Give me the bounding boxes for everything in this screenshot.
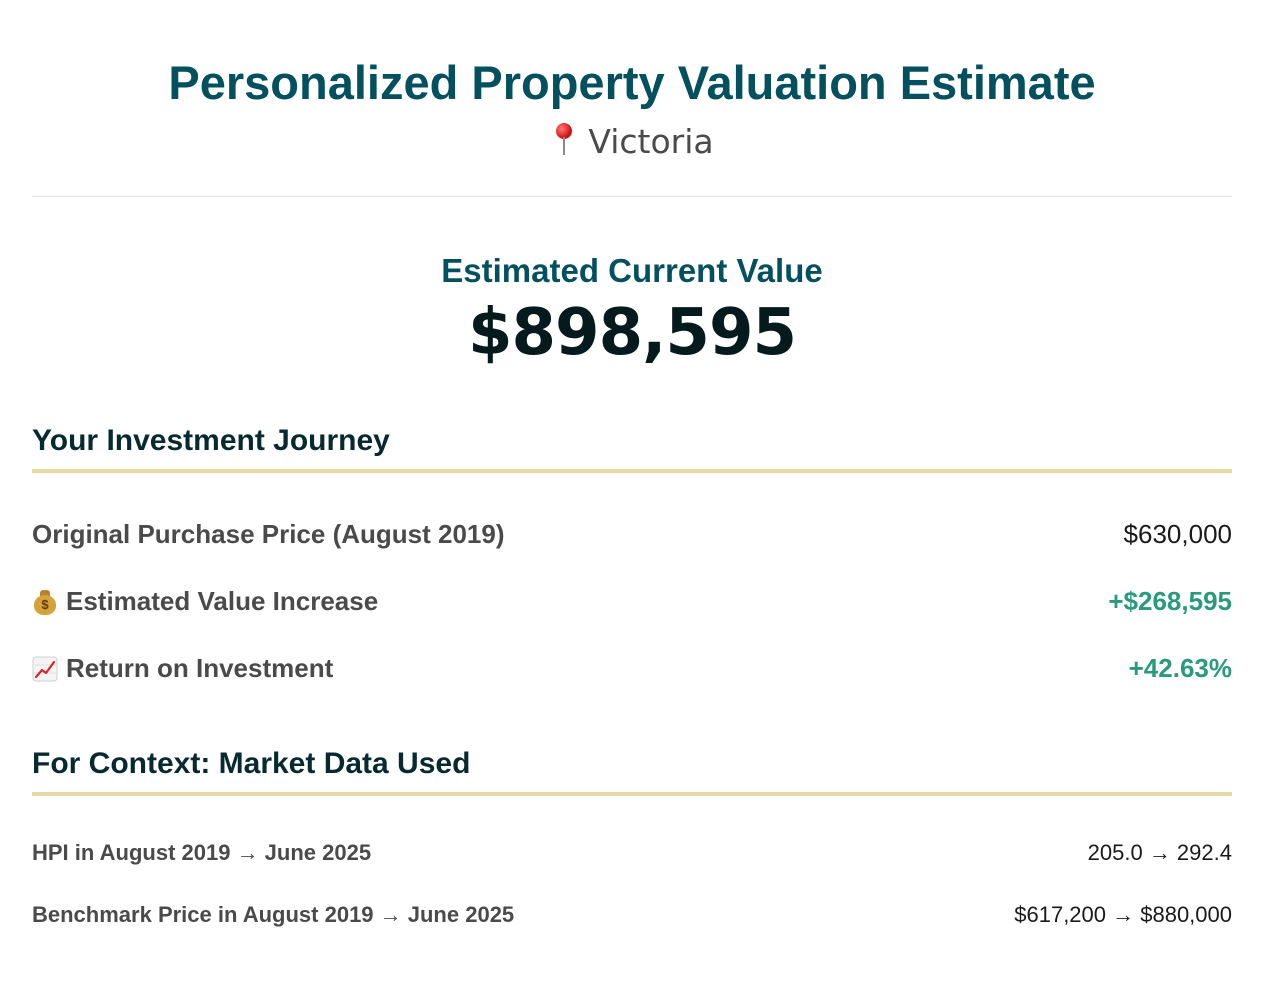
purchase-price-value: $630,000 (1123, 519, 1232, 549)
page-header: Personalized Property Valuation Estimate… (32, 0, 1232, 162)
location-text: Victoria (588, 122, 714, 161)
roi-row: Return on Investment +42.63% (32, 635, 1232, 702)
money-bag-icon: $ (32, 589, 58, 615)
hpi-row: HPI in August 2019 → June 2025 205.0 → 2… (32, 822, 1232, 884)
roi-label: Return on Investment (32, 653, 333, 684)
market-data-heading: For Context: Market Data Used (32, 747, 471, 780)
value-increase-row: $ Estimated Value Increase +$268,595 (32, 568, 1232, 635)
market-data-section: For Context: Market Data Used HPI in Aug… (32, 746, 1232, 946)
market-data-rows: HPI in August 2019 → June 2025 205.0 → 2… (32, 822, 1232, 946)
estimated-value-label: Estimated Current Value (441, 252, 823, 289)
investment-journey-rows: Original Purchase Price (August 2019) $6… (32, 501, 1232, 702)
estimated-value-section: Estimated Current Value $898,595 (32, 251, 1232, 371)
investment-journey-section: Your Investment Journey Original Purchas… (32, 423, 1232, 702)
section-divider (32, 469, 1232, 473)
estimated-value-amount: $898,595 (467, 296, 797, 370)
benchmark-price-label: Benchmark Price in August 2019 → June 20… (32, 902, 515, 927)
valuation-page: Personalized Property Valuation Estimate… (32, 0, 1232, 946)
section-divider (32, 792, 1232, 796)
chart-increasing-icon (32, 656, 58, 681)
hpi-label: HPI in August 2019 → June 2025 (32, 840, 372, 865)
investment-journey-heading: Your Investment Journey (32, 424, 390, 457)
location-line: Victoria (32, 122, 1232, 162)
round-pushpin-icon (550, 123, 578, 157)
benchmark-price-value: $617,200 → $880,000 (1014, 902, 1232, 927)
purchase-price-row: Original Purchase Price (August 2019) $6… (32, 501, 1232, 568)
benchmark-price-row: Benchmark Price in August 2019 → June 20… (32, 884, 1232, 946)
value-increase-value: +$268,595 (1108, 586, 1232, 616)
value-increase-label: $ Estimated Value Increase (32, 586, 378, 617)
roi-value: +42.63% (1128, 653, 1232, 683)
hpi-value: 205.0 → 292.4 (1087, 840, 1232, 865)
header-divider (32, 196, 1232, 197)
purchase-price-label: Original Purchase Price (August 2019) (32, 519, 505, 549)
page-title: Personalized Property Valuation Estimate (168, 56, 1096, 109)
